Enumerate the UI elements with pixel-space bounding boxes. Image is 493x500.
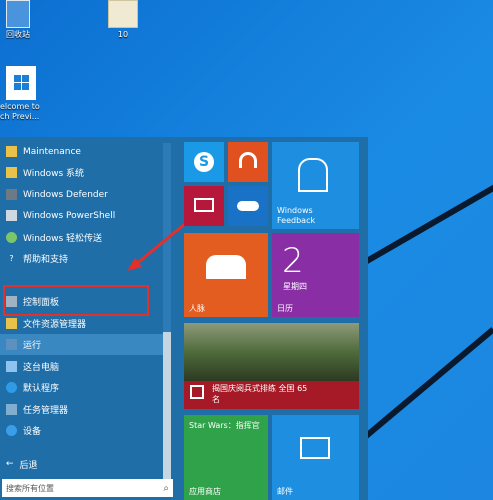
menu-item-label: Windows 轻松传送	[23, 234, 103, 244]
envelope-icon	[300, 437, 330, 459]
help-icon: ?	[9, 254, 14, 263]
computer-icon	[6, 361, 17, 372]
welcome-label-line2: ch Previ...	[0, 112, 40, 121]
menu-item-maintenance[interactable]: Maintenance	[0, 141, 165, 162]
recycle-bin-label: 回收站	[6, 30, 30, 39]
menu-item-label: Windows PowerShell	[23, 210, 116, 221]
powershell-icon	[6, 210, 17, 221]
back-label: 后退	[19, 460, 38, 471]
people-icon	[206, 255, 246, 279]
back-arrow-icon: ←	[6, 459, 14, 469]
recycle-bin-icon	[6, 0, 30, 28]
search-box[interactable]: 搜索所有位置 ⌕	[2, 479, 173, 497]
onedrive-tile[interactable]	[228, 186, 268, 226]
cloud-icon	[237, 201, 259, 211]
store-tile[interactable]: Star Wars：指挥官 应用商店	[184, 415, 268, 500]
calendar-day: 2	[282, 241, 304, 281]
image-folder-icon	[108, 0, 138, 28]
windows-feedback-tile[interactable]: Windows Feedback	[272, 142, 359, 229]
folder-10-label: 10	[117, 30, 129, 39]
video-icon	[194, 198, 214, 212]
menu-item-windows-system[interactable]: Windows 系统	[0, 162, 165, 183]
menu-item-run[interactable]: 运行	[0, 334, 165, 355]
menu-item-label: Windows 系统	[23, 169, 85, 179]
search-placeholder: 搜索所有位置	[6, 483, 54, 493]
folder-icon	[6, 167, 17, 178]
welcome-desktop-icon[interactable]: elcome to ch Previ...	[0, 66, 42, 122]
people-label: 人脉	[189, 304, 205, 313]
menu-item-file-explorer[interactable]: 文件资源管理器	[0, 313, 165, 334]
skype-tile[interactable]: S	[184, 142, 224, 182]
store-title: Star Wars：指挥官	[189, 421, 260, 430]
folder-icon	[6, 146, 17, 157]
store-label: 应用商店	[189, 487, 221, 496]
menu-item-label: 这台电脑	[23, 363, 60, 373]
menu-item-easy-transfer[interactable]: Windows 轻松传送	[0, 227, 165, 248]
recycle-bin-desktop-icon[interactable]: 回收站	[0, 0, 36, 40]
start-menu-tiles: S Windows Feedback 人脉 2 星期四 日历 揭国庆阅兵式排练 …	[175, 137, 368, 500]
news-photo	[184, 323, 359, 381]
mail-label: 邮件	[277, 487, 293, 496]
people-tile[interactable]: 人脉	[184, 233, 268, 317]
default-programs-icon	[6, 382, 17, 393]
start-menu: Maintenance Windows 系统 Windows Defender …	[0, 137, 368, 500]
welcome-label-line1: elcome to	[0, 102, 40, 111]
news-tile[interactable]: 揭国庆阅兵式排练 全国 65 名	[184, 323, 359, 409]
mail-tile[interactable]: 邮件	[272, 415, 359, 500]
news-headline-line2: 名	[212, 395, 220, 404]
news-headline-line1: 揭国庆阅兵式排练 全国 65	[212, 384, 308, 393]
music-tile[interactable]	[228, 142, 268, 182]
menu-item-windows-defender[interactable]: Windows Defender	[0, 184, 165, 205]
menu-item-this-pc[interactable]: 这台电脑	[0, 356, 165, 377]
menu-item-label: Windows Defender	[23, 189, 108, 200]
windows-feedback-label: Windows Feedback	[277, 206, 316, 225]
skype-icon: S	[194, 152, 214, 172]
menu-item-help[interactable]: ? 帮助和支持	[0, 248, 165, 269]
file-explorer-icon	[6, 318, 17, 329]
menu-item-label: 帮助和支持	[23, 255, 69, 265]
devices-icon	[6, 425, 17, 436]
headphones-icon	[239, 152, 257, 168]
menu-item-devices[interactable]: 设备	[0, 420, 165, 441]
calendar-tile[interactable]: 2 星期四 日历	[272, 233, 359, 317]
feedback-person-icon	[298, 158, 328, 192]
calendar-label: 日历	[277, 304, 293, 313]
menu-item-label: 设备	[23, 427, 42, 437]
back-button[interactable]: ← 后退	[0, 455, 165, 473]
menu-item-label: 任务管理器	[23, 406, 69, 416]
calendar-weekday: 星期四	[283, 282, 307, 291]
run-icon	[6, 339, 17, 350]
menu-item-label: 运行	[23, 341, 42, 351]
menu-item-powershell[interactable]: Windows PowerShell	[0, 205, 165, 226]
start-menu-app-list: Maintenance Windows 系统 Windows Defender …	[0, 137, 175, 500]
news-icon	[190, 385, 204, 399]
menu-item-label: Maintenance	[23, 146, 81, 157]
shield-icon	[6, 189, 17, 200]
menu-item-label: 文件资源管理器	[23, 320, 87, 330]
task-manager-icon	[6, 404, 17, 415]
menu-item-default-programs[interactable]: 默认程序	[0, 377, 165, 398]
easy-transfer-icon	[6, 232, 17, 243]
control-panel-highlight-box	[3, 285, 149, 316]
desktop-beam	[358, 182, 493, 268]
menu-item-label: 默认程序	[23, 384, 60, 394]
windows-logo-icon	[6, 66, 36, 100]
video-tile[interactable]	[184, 186, 224, 226]
menu-item-task-manager[interactable]: 任务管理器	[0, 399, 165, 420]
search-icon: ⌕	[163, 482, 169, 494]
folder-10-desktop-icon[interactable]: 10	[103, 0, 143, 40]
